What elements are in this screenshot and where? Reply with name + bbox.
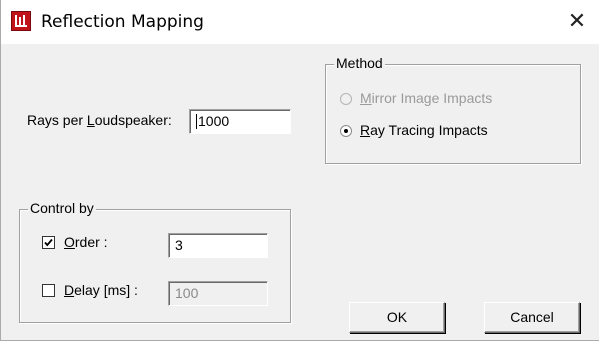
text-caret	[196, 114, 197, 129]
method-group: Method Mirror Image Impacts Ray Tracing …	[325, 55, 581, 164]
order-rest: rder :	[74, 234, 108, 250]
delay-mnemonic: D	[64, 282, 75, 298]
mirror-image-rest: irror Image Impacts	[371, 90, 493, 106]
control-by-group: Control by Order : 3 Delay [ms] : 100	[19, 200, 291, 323]
ray-tracing-impacts-radio[interactable]	[340, 125, 352, 137]
rays-value: 1000	[198, 113, 230, 129]
ray-tracing-impacts-label: Ray Tracing Impacts	[360, 122, 488, 138]
title-bar: Reflection Mapping ✕	[1, 0, 599, 44]
ray-tracing-rest: ay Tracing Impacts	[370, 122, 488, 138]
rays-per-loudspeaker-input[interactable]: 1000	[189, 109, 291, 134]
reflection-mapping-dialog: Reflection Mapping ✕ Rays per Loudspeake…	[0, 0, 599, 341]
close-icon[interactable]: ✕	[563, 8, 591, 36]
checkmark-icon	[44, 238, 53, 247]
order-value: 3	[175, 237, 183, 253]
delay-value: 100	[175, 285, 199, 301]
radio-selected-dot	[344, 129, 348, 133]
cancel-button[interactable]: Cancel	[484, 302, 580, 333]
ok-button[interactable]: OK	[349, 302, 445, 333]
order-checkbox[interactable]	[42, 236, 55, 249]
delay-rest: elay [ms] :	[74, 282, 138, 298]
mirror-image-mnemonic: M	[360, 90, 372, 106]
rays-label-suffix: oudspeaker:	[94, 112, 172, 128]
order-mnemonic: O	[64, 234, 75, 250]
dialog-body: Rays per Loudspeaker: 1000 Method Mirror…	[1, 44, 599, 340]
window-title: Reflection Mapping	[41, 12, 204, 32]
order-input[interactable]: 3	[168, 233, 268, 258]
rays-per-loudspeaker-label: Rays per Loudspeaker:	[27, 112, 172, 128]
control-by-legend: Control by	[28, 200, 96, 216]
app-icon	[11, 11, 31, 31]
delay-checkbox[interactable]	[42, 284, 55, 297]
method-legend: Method	[334, 55, 385, 71]
rays-label-prefix: Rays per	[27, 112, 87, 128]
delay-label: Delay [ms] :	[64, 282, 138, 298]
mirror-image-impacts-label: Mirror Image Impacts	[360, 90, 492, 106]
order-label: Order :	[64, 234, 108, 250]
ray-tracing-mnemonic: R	[360, 122, 371, 138]
rays-label-mnemonic: L	[86, 112, 95, 128]
mirror-image-impacts-radio[interactable]	[340, 93, 352, 105]
delay-input[interactable]: 100	[168, 281, 268, 306]
